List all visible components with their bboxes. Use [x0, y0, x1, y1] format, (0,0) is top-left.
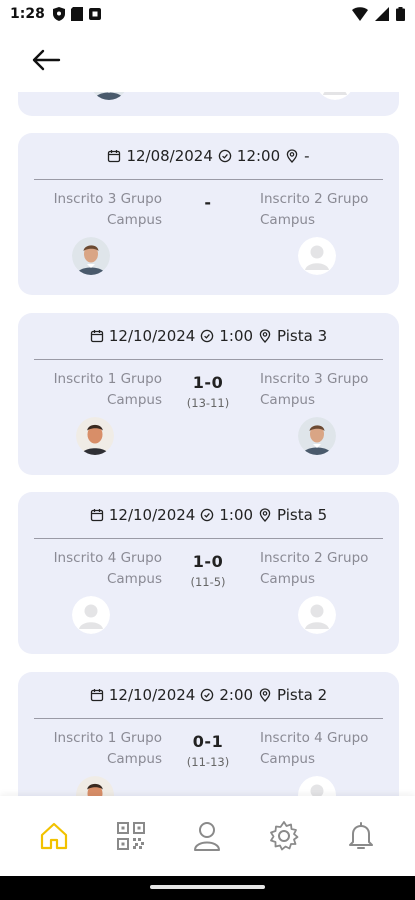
clock-icon — [218, 149, 232, 163]
clock-icon — [200, 508, 214, 522]
nav-home[interactable] — [29, 811, 79, 861]
home-icon — [41, 822, 68, 850]
match-date: 12/10/2024 — [108, 506, 196, 524]
match-card[interactable]: 12/10/2024 2:00 Pista 2 Inscrito 1 Grupo… — [18, 672, 399, 796]
system-navigation-bar — [0, 876, 415, 900]
location-pin-icon — [258, 508, 272, 522]
sim-card-icon — [70, 7, 83, 21]
score-games: (11-5) — [190, 575, 226, 589]
match-card[interactable]: 12/10/2024 1:00 Pista 3 Inscrito 1 Grupo… — [18, 313, 399, 475]
avatar-left — [72, 237, 110, 275]
back-button[interactable] — [28, 46, 64, 74]
notifications-icon — [348, 822, 373, 849]
settings-icon — [270, 821, 299, 851]
avatar-right — [298, 417, 336, 455]
nav-profile[interactable] — [182, 811, 232, 861]
profile-icon — [194, 822, 221, 851]
avatar-right — [298, 596, 336, 634]
shield-icon — [52, 7, 65, 21]
match-location: Pista 3 — [277, 327, 328, 345]
match-location: Pista 2 — [277, 686, 328, 704]
arrow-left-icon — [32, 49, 61, 71]
player-left-name: Inscrito 1 Grupo Campus — [53, 730, 162, 767]
player-left-name: Inscrito 1 Grupo Campus — [53, 371, 162, 408]
status-time: 1:28 — [10, 6, 45, 22]
match-time: 2:00 — [219, 686, 254, 704]
score: 0-1 (11-13) — [163, 732, 253, 769]
score-games: (11-13) — [186, 755, 230, 769]
match-card[interactable]: 12/08/2024 12:00 - Inscrito 3 Grupo Camp… — [18, 133, 399, 295]
score: 1-0 (13-11) — [163, 373, 253, 410]
divider — [34, 718, 383, 719]
location-pin-icon — [258, 329, 272, 343]
score-main: 0-1 — [192, 732, 224, 751]
avatar-right — [316, 92, 354, 100]
match-time: 12:00 — [236, 147, 281, 165]
avatar-left — [76, 417, 114, 455]
player-right-name: Inscrito 3 Grupo Campus — [260, 371, 369, 408]
nav-qr[interactable] — [106, 811, 156, 861]
match-date: 12/08/2024 — [126, 147, 213, 165]
match-date: 12/10/2024 — [108, 327, 196, 345]
signal-icon — [375, 7, 389, 21]
qr-code-icon — [116, 822, 145, 850]
player-right-name: Inscrito 2 Grupo Campus — [260, 550, 369, 587]
score: 1-0 (11-5) — [163, 552, 253, 589]
player-right-name: Inscrito 4 Grupo Campus — [260, 730, 369, 767]
avatar-right — [298, 237, 336, 275]
player-right-name: Inscrito 2 Grupo Campus — [260, 191, 369, 228]
calendar-icon — [107, 149, 121, 163]
match-time: 1:00 — [219, 506, 254, 524]
battery-icon — [396, 7, 405, 21]
match-card[interactable]: 12/10/2024 1:00 Pista 5 Inscrito 4 Grupo… — [18, 492, 399, 654]
app-header — [0, 28, 415, 92]
score-games: (13-11) — [186, 396, 230, 410]
nav-settings[interactable] — [259, 811, 309, 861]
match-location: - — [304, 147, 310, 165]
score-main: - — [204, 193, 212, 212]
status-bar: 1:28 — [0, 0, 415, 28]
bottom-navigation — [0, 796, 415, 876]
home-gesture-pill[interactable] — [150, 885, 265, 889]
location-pin-icon — [258, 688, 272, 702]
match-header: 12/10/2024 2:00 Pista 2 — [18, 686, 399, 704]
avatar-right — [298, 776, 336, 796]
location-pin-icon — [285, 149, 299, 163]
calendar-icon — [90, 508, 104, 522]
score-main: 1-0 — [192, 552, 224, 571]
calendar-icon — [90, 688, 104, 702]
wifi-icon — [352, 7, 368, 21]
match-location: Pista 5 — [277, 506, 328, 524]
divider — [34, 538, 383, 539]
nav-notifications[interactable] — [336, 811, 386, 861]
divider — [34, 179, 383, 180]
match-header: 12/10/2024 1:00 Pista 3 — [18, 327, 399, 345]
score: - — [163, 193, 253, 216]
player-left-name: Inscrito 4 Grupo Campus — [53, 550, 162, 587]
calendar-icon — [90, 329, 104, 343]
avatar-left — [76, 776, 114, 796]
clock-icon — [200, 688, 214, 702]
avatar-left — [90, 92, 128, 100]
divider — [34, 359, 383, 360]
match-header: 12/08/2024 12:00 - — [18, 147, 399, 165]
clock-icon — [200, 329, 214, 343]
avatar-left — [72, 596, 110, 634]
match-card-previous[interactable] — [18, 92, 399, 116]
player-left-name: Inscrito 3 Grupo Campus — [53, 191, 162, 228]
match-date: 12/10/2024 — [108, 686, 196, 704]
match-time: 1:00 — [219, 327, 254, 345]
app-notification-icon — [88, 8, 101, 20]
score-main: 1-0 — [192, 373, 224, 392]
match-header: 12/10/2024 1:00 Pista 5 — [18, 506, 399, 524]
match-list[interactable]: 12/08/2024 12:00 - Inscrito 3 Grupo Camp… — [0, 92, 415, 796]
